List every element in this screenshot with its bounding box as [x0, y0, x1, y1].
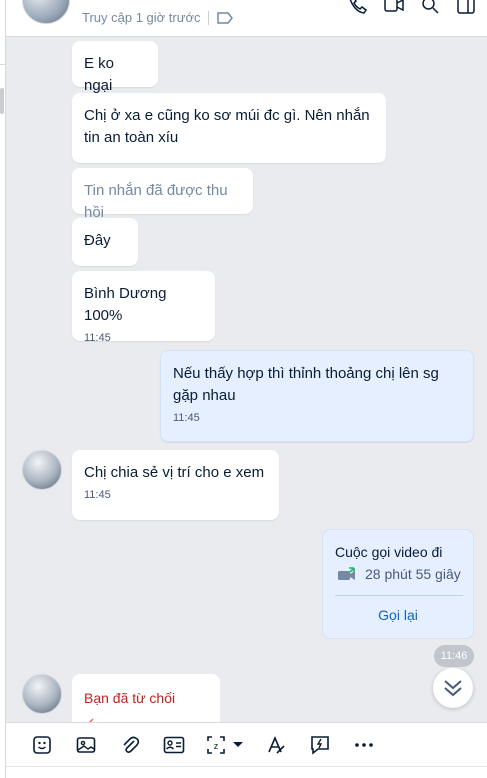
message-input-area[interactable]	[6, 766, 487, 778]
call-title: Cuộc gọi video đi	[335, 544, 443, 560]
message-text: Đây	[84, 232, 111, 249]
send-image-button[interactable]	[64, 729, 108, 761]
svg-text:z: z	[214, 741, 219, 751]
message-time: 11:45	[173, 412, 200, 424]
time-divider-badge: 11:46	[434, 645, 474, 667]
tag-icon[interactable]	[217, 11, 234, 24]
send-contact-card-button[interactable]	[152, 729, 196, 761]
video-call-card: Cuộc gọi video đi 28 phút 55 giây Gọi lạ…	[322, 529, 474, 639]
message-list[interactable]: E ko ngại Chị ở xa e cũng ko sơ múi đc g…	[6, 37, 487, 722]
search-button[interactable]	[419, 0, 441, 16]
composer-toolbar: z	[6, 722, 487, 766]
sender-avatar[interactable]	[22, 450, 62, 490]
screenshot-icon: z	[207, 735, 225, 754]
scroll-handle[interactable]	[0, 88, 4, 114]
message-text: Chị chia sẻ vị trí cho e xem	[84, 464, 265, 481]
conversation-info-button[interactable]	[455, 0, 477, 16]
recalled-message: Tin nhắn đã được thu hồi	[72, 168, 253, 221]
paperclip-icon	[123, 736, 140, 753]
last-active-text: Truy cập 1 giờ trước	[82, 10, 201, 25]
message-bubble[interactable]: Đây	[72, 218, 138, 266]
own-message-bubble[interactable]: Nếu thấy hợp thì thỉnh thoảng chị lên sg…	[160, 350, 474, 442]
message-time: 11:45	[84, 489, 111, 501]
call-duration: 28 phút 55 giây	[365, 566, 461, 582]
video-call-outgoing-icon	[338, 567, 355, 580]
attach-file-button[interactable]	[108, 729, 152, 761]
message-bubble[interactable]: Chị chia sẻ vị trí cho e xem 11:45	[72, 450, 279, 520]
video-call-button[interactable]	[383, 0, 405, 16]
sticker-icon	[33, 735, 51, 754]
call-back-button[interactable]: Gọi lại	[323, 607, 473, 623]
voice-call-button[interactable]	[347, 0, 369, 16]
message-text: E ko ngại	[84, 55, 115, 94]
message-text: Bình Dương 100%	[84, 285, 167, 324]
message-text: Tin nhắn đã được thu hồi	[84, 182, 228, 221]
call-duration-row: 28 phút 55 giây	[337, 566, 461, 582]
sticker-button[interactable]	[20, 729, 64, 761]
text-format-icon	[268, 735, 285, 754]
chevron-down-icon[interactable]	[232, 741, 244, 749]
image-icon	[76, 736, 96, 753]
more-options-button[interactable]	[342, 729, 386, 761]
sender-avatar[interactable]	[22, 674, 62, 714]
message-bubble[interactable]: Chị ở xa e cũng ko sơ múi đc gì. Nên nhắ…	[72, 93, 386, 163]
declined-call-card: Bạn đã từ chối	[72, 674, 220, 722]
video-camera-icon	[384, 0, 404, 12]
quick-message-icon	[311, 735, 329, 755]
sidebar-toggle-icon	[457, 0, 475, 14]
text-format-button[interactable]	[254, 729, 298, 761]
phone-icon	[349, 0, 367, 14]
double-chevron-down-icon	[444, 680, 462, 697]
message-text: Chị ở xa e cũng ko sơ múi đc gì. Nên nhắ…	[84, 107, 370, 146]
message-text: Nếu thấy hợp thì thỉnh thoảng chị lên sg…	[173, 365, 439, 404]
contact-card-icon	[163, 736, 185, 753]
presence-status: Truy cập 1 giờ trước	[82, 10, 234, 25]
header-actions	[347, 0, 477, 16]
contact-avatar[interactable]	[22, 0, 70, 24]
more-icon	[355, 742, 373, 747]
declined-title: Bạn đã từ chối	[84, 690, 176, 706]
quick-message-button[interactable]	[298, 729, 342, 761]
scroll-to-bottom-button[interactable]	[433, 668, 473, 708]
screenshot-button[interactable]: z	[196, 729, 254, 761]
message-bubble[interactable]: Bình Dương 100% 11:45	[72, 271, 215, 344]
search-icon	[422, 0, 439, 14]
message-bubble[interactable]: E ko ngại	[72, 41, 158, 94]
message-time: 11:45	[84, 332, 111, 344]
divider	[335, 595, 463, 596]
separator	[208, 10, 210, 25]
chat-header: Truy cập 1 giờ trước	[6, 0, 487, 37]
